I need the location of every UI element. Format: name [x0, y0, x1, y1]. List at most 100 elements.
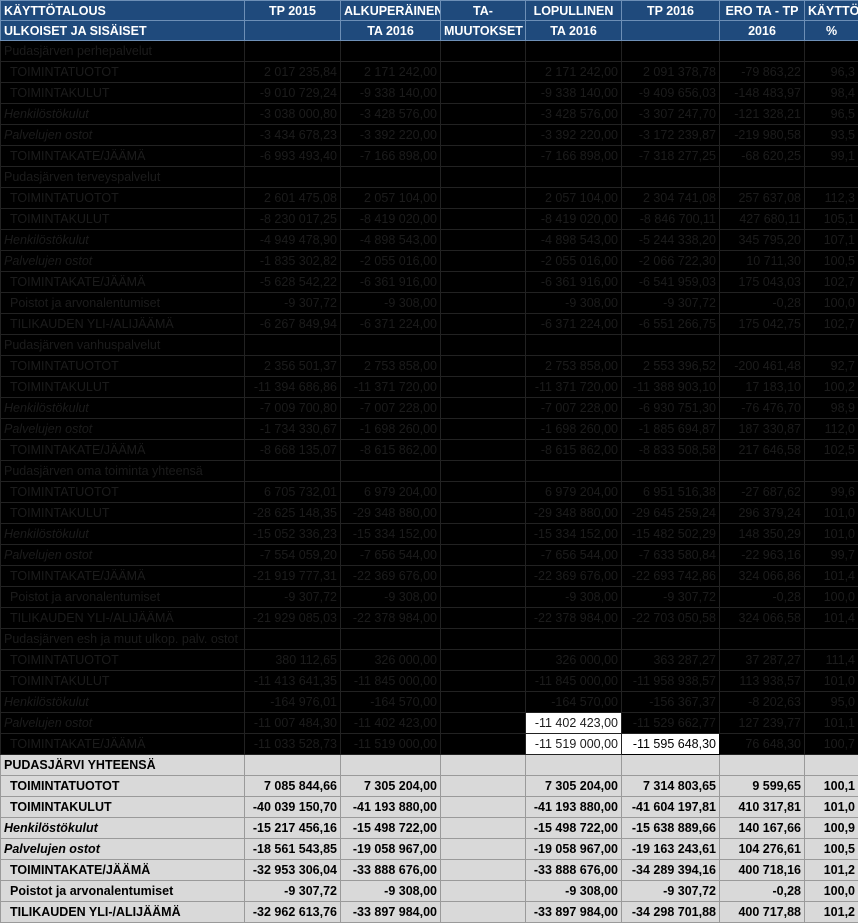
row-value	[526, 629, 622, 650]
row-value	[441, 146, 526, 167]
row-value: -164 570,00	[341, 692, 441, 713]
row-value	[441, 356, 526, 377]
row-value	[441, 230, 526, 251]
row-value: -8 668 135,07	[245, 440, 341, 461]
header-title: KÄYTTÖTALOUS	[1, 1, 245, 21]
row-value: 101,0	[805, 503, 858, 524]
row-value: 104 276,61	[720, 839, 805, 860]
row-value: 100,5	[805, 251, 858, 272]
row-value: -22 703 050,58	[622, 608, 720, 629]
row-value: 345 795,20	[720, 230, 805, 251]
row-value	[805, 41, 858, 62]
row-value: -8 419 020,00	[526, 209, 622, 230]
row-value	[341, 629, 441, 650]
row-value: -3 428 576,00	[526, 104, 622, 125]
row-label: TOIMINTAKULUT	[1, 671, 245, 692]
row-value: -76 476,70	[720, 398, 805, 419]
row-value: 101,2	[805, 860, 858, 881]
row-value: -11 388 903,10	[622, 377, 720, 398]
row-value: 7 314 803,65	[622, 776, 720, 797]
row-value: -6 930 751,30	[622, 398, 720, 419]
row-value: -4 898 543,00	[341, 230, 441, 251]
row-value: -3 392 220,00	[341, 125, 441, 146]
row-label: TOIMINTAKATE/JÄÄMÄ	[1, 146, 245, 167]
header-ta-muutokset: TA-	[441, 1, 526, 21]
table-row: TOIMINTAKATE/JÄÄMÄ-8 668 135,07-8 615 86…	[1, 440, 858, 461]
row-value: -11 007 484,30	[245, 713, 341, 734]
row-value: -11 394 686,86	[245, 377, 341, 398]
row-value: 187 330,87	[720, 419, 805, 440]
row-value: -9 308,00	[341, 293, 441, 314]
row-label: TOIMINTATUOTOT	[1, 62, 245, 83]
row-label: Henkilöstökulut	[1, 692, 245, 713]
row-value: 96,5	[805, 104, 858, 125]
row-value: -34 298 701,88	[622, 902, 720, 923]
row-value	[805, 629, 858, 650]
row-value: -2 055 016,00	[341, 251, 441, 272]
row-value: -15 052 336,23	[245, 524, 341, 545]
row-value	[441, 776, 526, 797]
row-value: -8 419 020,00	[341, 209, 441, 230]
table-row: TOIMINTATUOTOT2 601 475,082 057 104,002 …	[1, 188, 858, 209]
row-value: 363 287,27	[622, 650, 720, 671]
row-value	[441, 104, 526, 125]
row-value: -9 307,72	[245, 587, 341, 608]
table-row: TOIMINTAKULUT-8 230 017,25-8 419 020,00-…	[1, 209, 858, 230]
row-value: -8 202,63	[720, 692, 805, 713]
table-row: Henkilöstökulut-4 949 478,90-4 898 543,0…	[1, 230, 858, 251]
row-value: -15 334 152,00	[526, 524, 622, 545]
row-value: -9 308,00	[341, 587, 441, 608]
row-value: 7 305 204,00	[341, 776, 441, 797]
row-value: -8 615 862,00	[341, 440, 441, 461]
row-value: -29 348 880,00	[341, 503, 441, 524]
row-value: -3 428 576,00	[341, 104, 441, 125]
table-row: TOIMINTATUOTOT7 085 844,667 305 204,007 …	[1, 776, 858, 797]
row-value: -8 833 508,58	[622, 440, 720, 461]
row-value: -1 835 302,82	[245, 251, 341, 272]
row-value: -15 498 722,00	[341, 818, 441, 839]
row-value	[245, 629, 341, 650]
row-value: -156 367,37	[622, 692, 720, 713]
row-value: -6 371 224,00	[526, 314, 622, 335]
row-value: -1 734 330,67	[245, 419, 341, 440]
row-value	[720, 755, 805, 776]
row-value: -18 561 543,85	[245, 839, 341, 860]
row-value: -7 633 580,84	[622, 545, 720, 566]
row-value: -11 595 648,30	[622, 734, 720, 755]
row-value	[441, 755, 526, 776]
row-label: Palvelujen ostot	[1, 251, 245, 272]
table-row: TOIMINTAKATE/JÄÄMÄ-5 628 542,22-6 361 91…	[1, 272, 858, 293]
row-label: Pudasjärven esh ja muut ulkop. palv. ost…	[1, 629, 245, 650]
row-value: -41 193 880,00	[526, 797, 622, 818]
row-value: -28 625 148,35	[245, 503, 341, 524]
row-value: -9 307,72	[245, 881, 341, 902]
row-value: 380 112,65	[245, 650, 341, 671]
row-value: 2 753 858,00	[341, 356, 441, 377]
row-value: 100,9	[805, 818, 858, 839]
row-label: Henkilöstökulut	[1, 230, 245, 251]
row-label: TOIMINTAKULUT	[1, 377, 245, 398]
row-value	[441, 83, 526, 104]
row-value: 324 066,86	[720, 566, 805, 587]
table-row: TILIKAUDEN YLI-/ALIJÄÄMÄ-21 929 085,03-2…	[1, 608, 858, 629]
row-value: 400 718,16	[720, 860, 805, 881]
row-value: 105,1	[805, 209, 858, 230]
row-value: -3 392 220,00	[526, 125, 622, 146]
row-value: -4 898 543,00	[526, 230, 622, 251]
row-value: 101,4	[805, 566, 858, 587]
row-value	[622, 629, 720, 650]
row-value	[441, 272, 526, 293]
row-label: TILIKAUDEN YLI-/ALIJÄÄMÄ	[1, 902, 245, 923]
row-value: -9 307,72	[622, 293, 720, 314]
row-value: -40 039 150,70	[245, 797, 341, 818]
row-value: -7 007 228,00	[526, 398, 622, 419]
row-value	[805, 335, 858, 356]
row-value: 100,0	[805, 881, 858, 902]
row-value: -21 919 777,31	[245, 566, 341, 587]
row-label: Henkilöstökulut	[1, 398, 245, 419]
row-label: Palvelujen ostot	[1, 419, 245, 440]
row-label: TOIMINTAKULUT	[1, 797, 245, 818]
row-value: 101,2	[805, 902, 858, 923]
row-value	[441, 818, 526, 839]
row-value: 76 648,30	[720, 734, 805, 755]
